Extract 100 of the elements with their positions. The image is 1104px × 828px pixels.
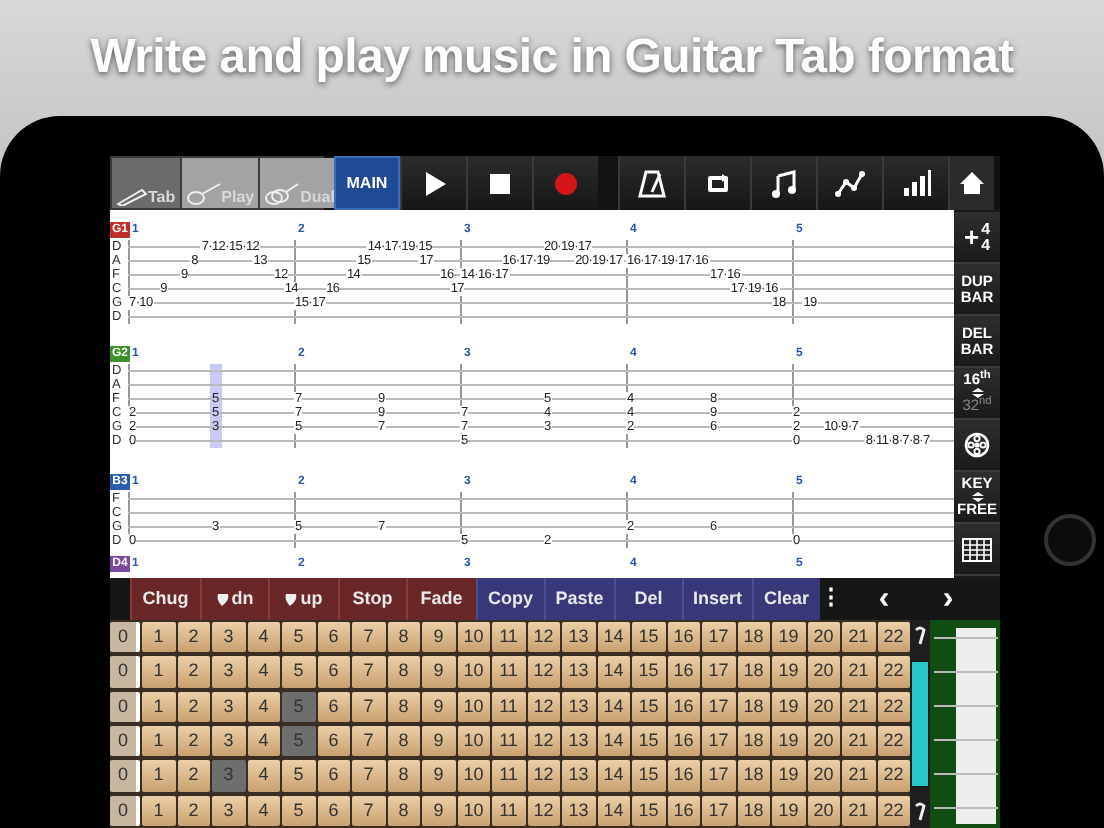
fret-key[interactable]: 20	[807, 725, 840, 757]
fret-key[interactable]: 22	[877, 760, 910, 792]
fret-key[interactable]: 16	[667, 725, 700, 757]
fret-key[interactable]: 8	[387, 691, 420, 722]
fret-key[interactable]: 18	[737, 795, 770, 826]
action-button[interactable]: Chug	[130, 578, 199, 620]
fret-key[interactable]: 12	[527, 795, 560, 826]
fret-key[interactable]: 21	[842, 760, 875, 792]
fret-key[interactable]: 22	[877, 795, 910, 826]
fret-key[interactable]: 0	[110, 656, 140, 688]
fret-key[interactable]: 11	[492, 725, 525, 757]
fret-key[interactable]: 22	[877, 691, 910, 722]
fret-key[interactable]: 2	[177, 656, 210, 688]
fret-key[interactable]: 9	[422, 656, 455, 688]
action-button[interactable]: Del	[613, 578, 682, 620]
fret-key[interactable]: 17	[702, 622, 735, 653]
fret-key[interactable]: 22	[877, 725, 910, 757]
action-button[interactable]: Paste	[544, 578, 613, 620]
fret-key[interactable]: 15	[632, 760, 665, 792]
fret-key[interactable]: 15	[632, 725, 665, 757]
mode-tab[interactable]: Tab	[112, 158, 180, 208]
fret-key[interactable]: 9	[422, 760, 455, 792]
metronome-button[interactable]	[618, 156, 684, 210]
fret-key[interactable]: 19	[772, 622, 805, 653]
fret-key[interactable]: 14	[597, 760, 630, 792]
fret-key[interactable]: 12	[527, 622, 560, 653]
fret-key[interactable]: 10	[457, 795, 490, 826]
fret-key[interactable]: 13	[562, 795, 595, 826]
fret-key[interactable]: 14	[597, 656, 630, 688]
fret-key[interactable]: 11	[492, 622, 525, 653]
fret-key[interactable]: 12	[527, 656, 560, 688]
fret-key[interactable]: 6	[317, 760, 350, 792]
fret-key[interactable]: 19	[772, 760, 805, 792]
fret-key[interactable]: 3	[212, 795, 245, 826]
fret-key[interactable]: 1	[142, 795, 175, 826]
fret-key[interactable]: 1	[142, 691, 175, 722]
fret-key[interactable]: 5	[282, 656, 315, 688]
action-button[interactable]: Insert	[682, 578, 751, 620]
previous-button[interactable]: ‹	[852, 578, 916, 620]
fret-key[interactable]: 14	[597, 795, 630, 826]
fret-key[interactable]: 7	[352, 691, 385, 722]
fret-key[interactable]: 1	[142, 760, 175, 792]
action-button[interactable]: dn	[199, 578, 268, 620]
fret-key[interactable]: 17	[702, 795, 735, 826]
fret-key[interactable]: 16	[667, 691, 700, 722]
fret-key[interactable]: 4	[247, 656, 280, 688]
fret-key[interactable]: 17	[702, 656, 735, 688]
bars-button[interactable]	[882, 156, 948, 210]
fret-key[interactable]: 1	[142, 622, 175, 653]
fret-key[interactable]: 0	[110, 725, 140, 757]
fret-key[interactable]: 16	[667, 760, 700, 792]
fret-key[interactable]: 21	[842, 795, 875, 826]
fret-key[interactable]: 1	[142, 656, 175, 688]
action-button[interactable]: Fade	[406, 578, 475, 620]
fret-key[interactable]: 9	[422, 725, 455, 757]
fret-key[interactable]: 22	[877, 622, 910, 653]
fret-key[interactable]: 11	[492, 760, 525, 792]
loop-button[interactable]	[684, 156, 750, 210]
fret-key[interactable]: 4	[247, 725, 280, 757]
fret-key[interactable]: 3	[212, 656, 245, 688]
fret-key[interactable]: 5	[282, 795, 315, 826]
fret-key[interactable]: 16	[667, 622, 700, 653]
home-button[interactable]	[948, 156, 994, 210]
fret-key[interactable]: 12	[527, 760, 560, 792]
fret-key[interactable]: 8	[387, 656, 420, 688]
fret-key[interactable]: 5	[282, 760, 315, 792]
stop-button[interactable]	[466, 156, 532, 210]
fret-key[interactable]: 20	[807, 691, 840, 722]
fret-key[interactable]: 6	[317, 656, 350, 688]
fret-key[interactable]: 4	[247, 795, 280, 826]
fret-key[interactable]: 5	[282, 622, 315, 653]
fret-key[interactable]: 21	[842, 691, 875, 722]
fret-key[interactable]: 19	[772, 725, 805, 757]
fret-key[interactable]: 11	[492, 656, 525, 688]
fret-key[interactable]: 21	[842, 656, 875, 688]
fret-key[interactable]: 3	[212, 725, 245, 757]
fret-key[interactable]: 14	[597, 725, 630, 757]
action-button[interactable]: Clear	[751, 578, 820, 620]
fret-key[interactable]: 17	[702, 760, 735, 792]
fret-key[interactable]: 4	[247, 622, 280, 653]
fret-key[interactable]: 7	[352, 795, 385, 826]
fret-key[interactable]: 16	[667, 795, 700, 826]
fret-key[interactable]: 0	[110, 795, 140, 826]
fret-key[interactable]: 10	[457, 622, 490, 653]
fret-key[interactable]: 11	[492, 691, 525, 722]
fret-key[interactable]: 13	[562, 656, 595, 688]
fret-key[interactable]: 9	[422, 622, 455, 653]
fret-key[interactable]: 8	[387, 725, 420, 757]
fret-key[interactable]: 10	[457, 725, 490, 757]
fret-key[interactable]: 18	[737, 691, 770, 722]
fret-key[interactable]: 20	[807, 795, 840, 826]
fret-key[interactable]: 2	[177, 622, 210, 653]
fret-key[interactable]: 0	[110, 760, 140, 792]
fret-key[interactable]: 20	[807, 622, 840, 653]
fret-key[interactable]: 10	[457, 656, 490, 688]
fret-key[interactable]: 6	[317, 795, 350, 826]
fret-key[interactable]: 9	[422, 691, 455, 722]
fret-key[interactable]: 15	[632, 691, 665, 722]
action-button[interactable]: Copy	[475, 578, 544, 620]
fret-key[interactable]: 8	[387, 795, 420, 826]
